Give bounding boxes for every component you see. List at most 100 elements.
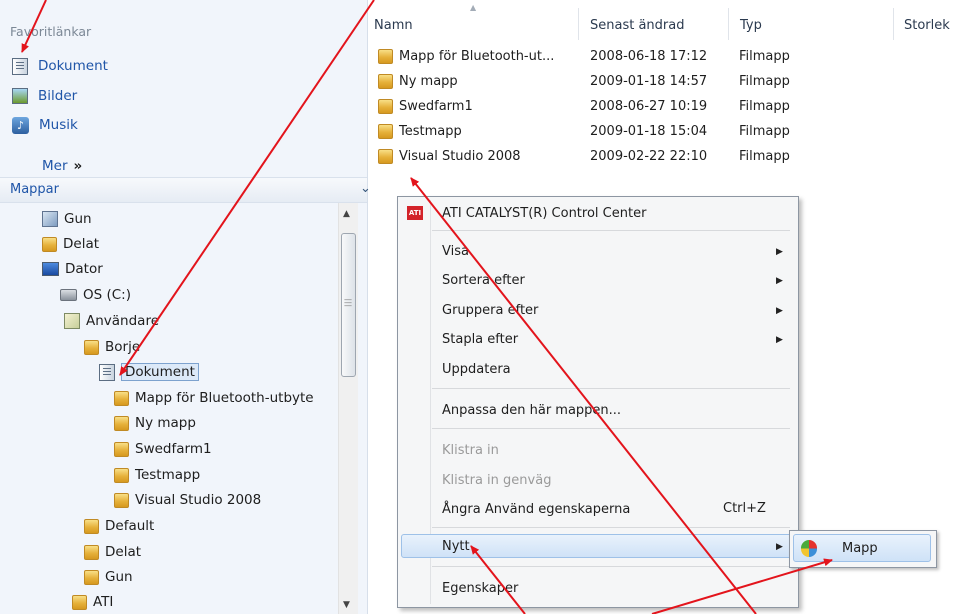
file-modified: 2009-02-22 22:10 xyxy=(590,148,708,164)
folder-icon xyxy=(84,339,99,355)
folder-icon xyxy=(84,569,99,585)
music-icon: ♪ xyxy=(12,116,29,134)
tree-item-ny-mapp[interactable]: Ny mapp xyxy=(114,411,196,435)
menu-item-egenskaper[interactable]: Egenskaper xyxy=(442,576,518,600)
favorite-label: Dokument xyxy=(38,58,108,74)
computer-icon xyxy=(42,262,59,276)
menu-item-ati-catalyst[interactable]: ATI CATALYST(R) Control Center xyxy=(442,201,646,225)
submenu-arrow-icon: ▶ xyxy=(776,542,783,552)
menu-separator xyxy=(432,566,790,567)
tree-item-swedfarm1[interactable]: Swedfarm1 xyxy=(114,437,212,461)
tree-item-label: ATI xyxy=(93,594,114,610)
file-row[interactable]: Visual Studio 2008 2009-02-22 22:10 Film… xyxy=(378,144,938,168)
tree-item-os-c[interactable]: OS (C:) xyxy=(60,283,131,307)
menu-item-klistra-in-genvag: Klistra in genväg xyxy=(442,472,552,488)
file-type: Filmapp xyxy=(739,123,790,139)
grip-icon: — — — xyxy=(344,295,352,310)
folder-icon xyxy=(114,441,129,457)
navigation-pane: Favoritlänkar Dokument Bilder ♪ Musik Me… xyxy=(0,0,371,614)
menu-item-uppdatera[interactable]: Uppdatera xyxy=(442,357,511,381)
file-type: Filmapp xyxy=(739,148,790,164)
documents-icon xyxy=(99,363,115,381)
favorites-header: Favoritlänkar xyxy=(10,24,92,39)
pictures-icon xyxy=(12,88,28,104)
file-row[interactable]: Testmapp 2009-01-18 15:04 Filmapp xyxy=(378,119,938,143)
tree-item-label: Ny mapp xyxy=(135,415,196,431)
folders-pane-header[interactable]: Mappar ⌄ xyxy=(0,177,371,203)
submenu-arrow-icon: ▶ xyxy=(776,247,783,257)
documents-icon xyxy=(12,57,28,75)
favorite-dokument[interactable]: Dokument xyxy=(12,55,108,77)
column-divider[interactable] xyxy=(578,8,579,40)
folder-icon xyxy=(42,236,57,252)
ati-logo-icon: ATI xyxy=(407,206,423,220)
tree-item-anvandare[interactable]: Användare xyxy=(64,309,159,333)
folder-icon xyxy=(114,467,129,483)
sort-ascending-icon: ▲ xyxy=(470,3,477,12)
user-folder-icon xyxy=(42,211,58,227)
tree-item-dokument-selected[interactable]: Dokument xyxy=(99,360,199,384)
tree-item-gun[interactable]: Gun xyxy=(42,207,92,231)
menu-item-angra[interactable]: Ångra Använd egenskaperna xyxy=(442,497,630,521)
tree-item-delat-2[interactable]: Delat xyxy=(84,540,141,564)
chevron-down-icon[interactable]: ⌄ xyxy=(360,181,371,196)
file-name: Swedfarm1 xyxy=(399,98,473,114)
column-header-name[interactable]: Namn xyxy=(374,18,413,33)
file-modified: 2009-01-18 14:57 xyxy=(590,73,708,89)
column-divider[interactable] xyxy=(728,8,729,40)
favorite-bilder[interactable]: Bilder xyxy=(12,85,77,107)
tree-item-default[interactable]: Default xyxy=(84,514,154,538)
column-header-bar: ▲ Namn Senast ändrad Typ Storlek xyxy=(368,0,958,40)
file-modified: 2008-06-27 10:19 xyxy=(590,98,708,114)
folder-icon xyxy=(378,123,393,139)
tree-item-visual-studio[interactable]: Visual Studio 2008 xyxy=(114,488,261,512)
file-type: Filmapp xyxy=(739,48,790,64)
scroll-down-arrow-icon[interactable]: ▼ xyxy=(343,600,350,610)
tree-item-testmapp[interactable]: Testmapp xyxy=(114,463,200,487)
menu-item-gruppera-efter[interactable]: Gruppera efter xyxy=(442,298,538,322)
column-divider[interactable] xyxy=(893,8,894,40)
file-row[interactable]: Mapp för Bluetooth-ut... 2008-06-18 17:1… xyxy=(378,44,938,68)
folder-icon xyxy=(378,48,393,64)
favorite-musik[interactable]: ♪ Musik xyxy=(12,114,78,136)
tree-item-gun-2[interactable]: Gun xyxy=(84,565,133,589)
file-modified: 2008-06-18 17:12 xyxy=(590,48,708,64)
tree-item-label: Testmapp xyxy=(135,467,201,483)
tree-item-ati[interactable]: ATI xyxy=(72,590,113,614)
folder-icon xyxy=(84,518,99,534)
menu-item-anpassa[interactable]: Anpassa den här mappen... xyxy=(442,398,621,422)
menu-item-nytt[interactable]: Nytt xyxy=(442,534,470,558)
menu-item-visa[interactable]: Visa xyxy=(442,239,469,263)
menu-item-sortera-efter[interactable]: Sortera efter xyxy=(442,268,525,292)
folder-icon xyxy=(378,98,393,114)
tree-item-borje[interactable]: Borje xyxy=(84,335,140,359)
favorites-more-link[interactable]: Mer » xyxy=(42,158,82,174)
file-row[interactable]: Swedfarm1 2008-06-27 10:19 Filmapp xyxy=(378,94,938,118)
submenu-arrow-icon: ▶ xyxy=(776,306,783,316)
shortcut-ctrl-z: Ctrl+Z xyxy=(723,501,766,516)
column-header-modified[interactable]: Senast ändrad xyxy=(590,18,684,33)
tree-item-delat[interactable]: Delat xyxy=(42,232,99,256)
folder-shield-icon xyxy=(801,540,817,557)
folder-icon xyxy=(378,148,393,164)
menu-item-stapla-efter[interactable]: Stapla efter xyxy=(442,327,518,351)
tree-scrollbar[interactable]: ▲ — — — ▼ xyxy=(338,203,358,614)
submenu-item-mapp[interactable]: Mapp xyxy=(842,541,878,556)
users-folder-icon xyxy=(64,313,80,329)
column-header-type[interactable]: Typ xyxy=(740,18,762,33)
favorite-label: Bilder xyxy=(38,88,78,104)
folder-icon xyxy=(114,415,129,431)
tree-item-label: Dokument xyxy=(121,363,199,381)
tree-item-dator[interactable]: Dator xyxy=(42,257,103,281)
file-row[interactable]: Ny mapp 2009-01-18 14:57 Filmapp xyxy=(378,69,938,93)
file-type: Filmapp xyxy=(739,73,790,89)
menu-separator xyxy=(432,428,790,429)
tree-item-bluetooth[interactable]: Mapp för Bluetooth-utbyte xyxy=(114,386,314,410)
scroll-up-arrow-icon[interactable]: ▲ xyxy=(343,209,350,219)
tree-item-label: Användare xyxy=(86,313,160,329)
column-header-size[interactable]: Storlek xyxy=(904,18,950,33)
folder-icon xyxy=(72,594,87,610)
submenu-arrow-icon: ▶ xyxy=(776,335,783,345)
tree-item-label: Gun xyxy=(105,569,133,585)
favorite-label: Musik xyxy=(39,117,78,133)
